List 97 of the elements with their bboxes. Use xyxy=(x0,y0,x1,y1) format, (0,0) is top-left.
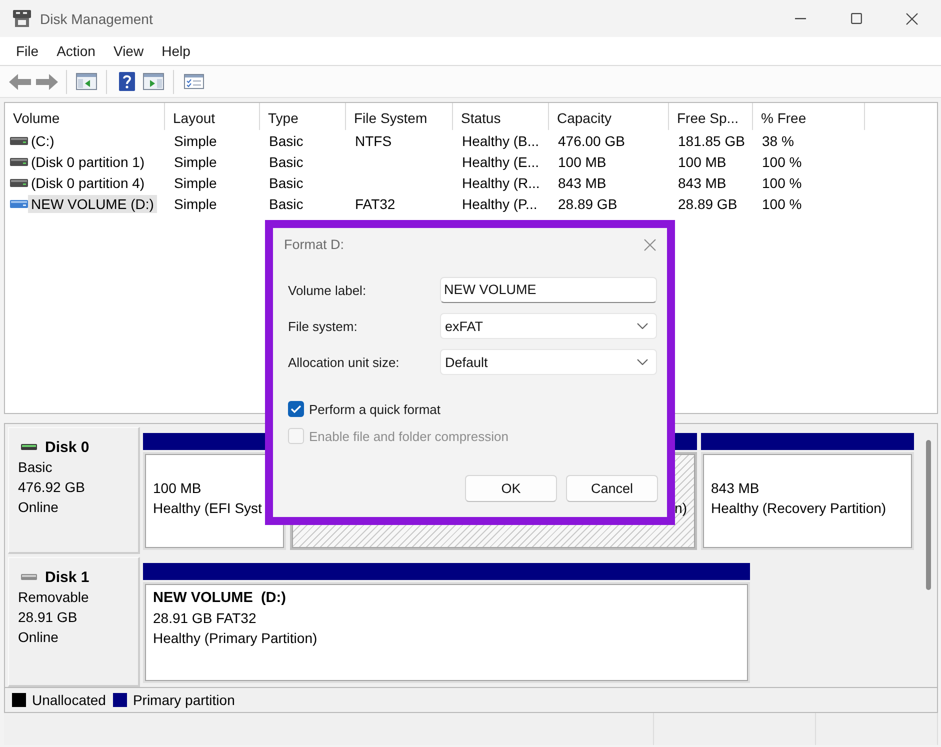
legend-label: Primary partition xyxy=(132,692,235,708)
partition-size: 100 MB xyxy=(153,479,202,498)
column-header[interactable]: Type xyxy=(260,103,346,130)
partition-name: NEW VOLUME (D:) xyxy=(153,589,286,608)
legend-label: Unallocated xyxy=(32,692,106,708)
app-icon xyxy=(13,10,31,27)
disk-info-panel[interactable]: Disk 1 Removable 28.91 GB Online xyxy=(8,557,140,687)
back-arrow-icon[interactable] xyxy=(8,74,30,90)
table-cell-text: 100 MB xyxy=(677,154,728,170)
checkmark-icon xyxy=(290,404,302,414)
text-field[interactable]: NEW VOLUME xyxy=(440,277,657,303)
maximize-icon[interactable] xyxy=(850,13,862,24)
table-cell-text: FAT32 xyxy=(354,196,396,212)
table-cell-text: 100 % xyxy=(761,196,803,212)
dialog-title: Format D: xyxy=(284,237,344,252)
column-header[interactable]: Capacity xyxy=(549,103,669,130)
disk-info-panel[interactable]: Disk 0 Basic 476.92 GB Online xyxy=(8,427,140,554)
table-cell-text: 100 MB xyxy=(557,154,608,170)
table-cell-text: 28.89 GB xyxy=(557,196,618,212)
disk-detail: 28.91 GB xyxy=(18,608,78,627)
table-cell-text: 181.85 GB xyxy=(677,132,746,148)
dialog-button[interactable]: OK xyxy=(465,475,557,502)
table-cell-text: 843 MB xyxy=(557,174,608,190)
scrollbar-thumb[interactable] xyxy=(926,440,931,590)
menu-item[interactable]: Help xyxy=(152,39,200,63)
table-cell-text: 28.89 GB xyxy=(677,196,738,212)
table-cell-text: 843 MB xyxy=(677,174,728,190)
dropdown[interactable]: Default xyxy=(440,349,657,375)
partition-status: Healthy (Recovery Partition) xyxy=(711,499,886,518)
disk-icon xyxy=(21,574,37,580)
window-title: Disk Management xyxy=(40,10,153,26)
disk-detail: Removable xyxy=(18,588,90,607)
disk-name: Disk 0 xyxy=(45,438,90,456)
checkbox-label: Enable file and folder compression xyxy=(309,428,508,444)
drive-icon xyxy=(10,136,28,144)
table-cell-text: Healthy (R... xyxy=(461,174,541,190)
partition-status: n) xyxy=(674,499,687,518)
table-cell[interactable]: (C:) xyxy=(28,132,58,150)
partition-region[interactable]: 843 MB Healthy (Recovery Partition) xyxy=(701,452,914,550)
menu-item[interactable]: File xyxy=(7,39,48,63)
chevron-down-icon xyxy=(637,323,648,329)
properties-icon[interactable] xyxy=(184,74,204,89)
dialog-button[interactable]: Cancel xyxy=(566,475,658,502)
column-header[interactable]: Layout xyxy=(165,103,260,130)
partition-region[interactable]: NEW VOLUME (D:) 28.91 GB FAT32 Healthy (Primary Partition) xyxy=(143,582,750,683)
table-cell[interactable]: (Disk 0 partition 1) xyxy=(28,152,148,170)
column-header[interactable]: Status xyxy=(453,103,549,130)
table-cell-text: 100 % xyxy=(761,174,803,190)
console-tree-icon[interactable] xyxy=(76,73,97,90)
column-header[interactable]: Free Sp... xyxy=(669,103,753,130)
menu-item[interactable]: Action xyxy=(48,39,104,63)
checkbox-label: Perform a quick format xyxy=(309,402,440,416)
partition-size: 28.91 GB FAT32 xyxy=(153,609,256,628)
table-cell[interactable]: (Disk 0 partition 4) xyxy=(28,174,148,192)
chevron-down-icon xyxy=(637,359,648,365)
table-cell-text: NTFS xyxy=(354,132,393,148)
column-header[interactable]: % Free xyxy=(753,103,865,130)
drive-icon xyxy=(10,158,28,166)
disk-name: Disk 1 xyxy=(45,568,90,586)
field-label: Allocation unit size: xyxy=(288,354,400,370)
column-header[interactable]: Volume xyxy=(5,103,165,130)
disk-detail: 476.92 GB xyxy=(18,478,86,497)
table-cell-text: Simple xyxy=(173,196,218,212)
minimize-icon[interactable] xyxy=(794,18,806,20)
table-cell[interactable]: NEW VOLUME (D:) xyxy=(28,194,157,212)
table-cell-text: Healthy (E... xyxy=(461,154,540,170)
help-icon[interactable] xyxy=(118,72,134,91)
drive-icon xyxy=(10,200,28,208)
partition-size: 843 MB xyxy=(711,479,760,498)
table-cell-text: Basic xyxy=(268,132,304,148)
field-label: File system: xyxy=(288,318,358,334)
table-cell-text: Basic xyxy=(268,196,304,212)
table-cell-text: Simple xyxy=(173,132,218,148)
dropdown[interactable]: exFAT xyxy=(440,313,657,339)
drive-icon xyxy=(10,178,28,186)
action-pane-icon[interactable] xyxy=(143,73,164,90)
partition-status: Healthy (EFI Syst xyxy=(153,499,262,518)
column-header[interactable]: File System xyxy=(346,103,453,130)
disk-detail: Basic xyxy=(18,458,54,477)
table-cell-text: 476.00 GB xyxy=(557,132,626,148)
table-cell-text: Simple xyxy=(173,154,218,170)
table-cell-text: 38 % xyxy=(761,132,795,148)
menu-item[interactable]: View xyxy=(104,39,153,63)
field-label: Volume label: xyxy=(288,282,368,298)
partition-status: Healthy (Primary Partition) xyxy=(153,629,318,648)
disk-icon xyxy=(21,444,37,450)
forward-arrow-icon[interactable] xyxy=(36,74,58,90)
table-cell-text: 100 % xyxy=(761,154,803,170)
table-cell-text: Basic xyxy=(268,154,304,170)
table-cell-text: Healthy (P... xyxy=(461,196,538,212)
close-icon[interactable] xyxy=(906,12,918,24)
disk-detail: Online xyxy=(18,498,60,517)
table-cell-text: Healthy (B... xyxy=(461,132,540,148)
disk-detail: Online xyxy=(18,628,60,647)
checkbox[interactable] xyxy=(288,401,304,417)
table-cell-text: Basic xyxy=(268,174,304,190)
table-cell-text: Simple xyxy=(173,174,218,190)
